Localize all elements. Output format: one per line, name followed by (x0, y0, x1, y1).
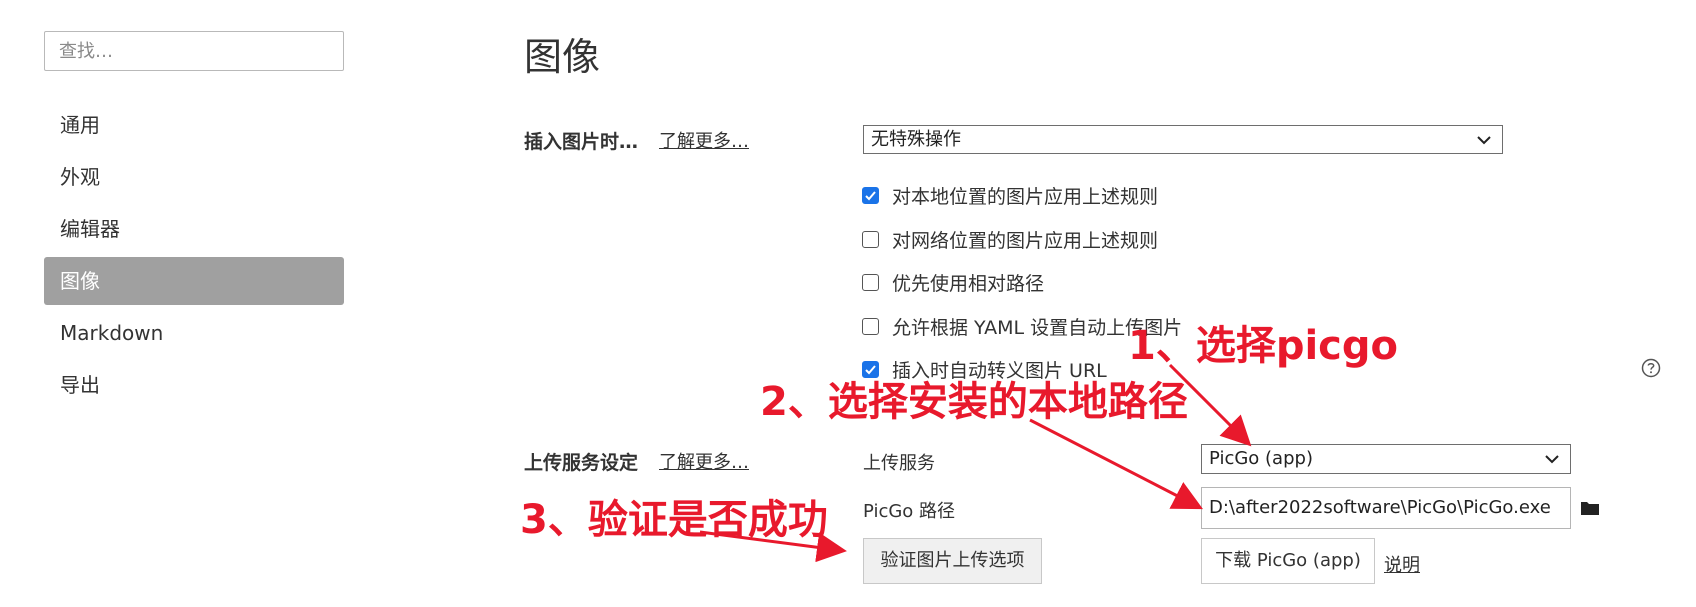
upload-learn-more-link[interactable]: 了解更多… (659, 448, 749, 474)
chevron-down-icon (1545, 455, 1559, 464)
option-network-images[interactable]: 对网络位置的图片应用上述规则 (862, 226, 1158, 252)
search-input[interactable] (44, 31, 344, 71)
sidebar-item-image[interactable]: 图像 (44, 257, 344, 305)
help-icon[interactable] (1641, 358, 1661, 378)
picgo-path-label: PicGo 路径 (863, 501, 956, 522)
option-label: 对本地位置的图片应用上述规则 (892, 185, 1159, 208)
upload-service-select[interactable]: PicGo (app) (1201, 444, 1571, 474)
folder-icon[interactable] (1580, 500, 1600, 516)
option-local-images[interactable]: 对本地位置的图片应用上述规则 (862, 182, 1158, 208)
checkbox-checked-icon[interactable] (862, 186, 879, 204)
insert-learn-more-link[interactable]: 了解更多… (659, 127, 749, 153)
upload-service-label: 上传服务 (863, 453, 935, 474)
sidebar-item-markdown[interactable]: Markdown (44, 309, 344, 357)
checkbox-icon[interactable] (862, 230, 879, 248)
verify-upload-button[interactable]: 验证图片上传选项 (863, 538, 1042, 584)
picgo-path-input[interactable]: D:\after2022software\PicGo\PicGo.exe (1201, 487, 1571, 529)
insert-action-select[interactable]: 无特殊操作 (863, 125, 1503, 154)
sidebar-item-editor[interactable]: 编辑器 (44, 205, 344, 253)
help-link[interactable]: 说明 (1384, 551, 1420, 577)
arrow-step2 (1029, 418, 1204, 510)
option-label: 优先使用相对路径 (892, 272, 1045, 295)
annotation-step3: 3、验证是否成功 (520, 497, 828, 543)
checkbox-icon[interactable] (862, 317, 879, 335)
sidebar-item-appearance[interactable]: 外观 (44, 153, 344, 201)
option-relative-path[interactable]: 优先使用相对路径 (862, 269, 1044, 295)
upload-section-label: 上传服务设定 (524, 452, 639, 474)
insert-action-value: 无特殊操作 (871, 129, 961, 150)
option-label: 对网络位置的图片应用上述规则 (892, 229, 1159, 252)
chevron-down-icon (1477, 135, 1491, 144)
page-title: 图像 (524, 35, 601, 79)
annotation-step2: 2、选择安装的本地路径 (760, 379, 1188, 425)
download-picgo-button[interactable]: 下载 PicGo (app) (1201, 538, 1375, 584)
sidebar-item-export[interactable]: 导出 (44, 361, 344, 409)
picgo-path-value: D:\after2022software\PicGo\PicGo.exe (1209, 497, 1551, 518)
annotation-step1: 1、选择picgo (1128, 323, 1398, 369)
insert-section-label: 插入图片时… (524, 131, 639, 153)
checkbox-icon[interactable] (862, 273, 879, 291)
sidebar-item-general[interactable]: 通用 (44, 101, 344, 149)
upload-service-value: PicGo (app) (1209, 448, 1313, 469)
